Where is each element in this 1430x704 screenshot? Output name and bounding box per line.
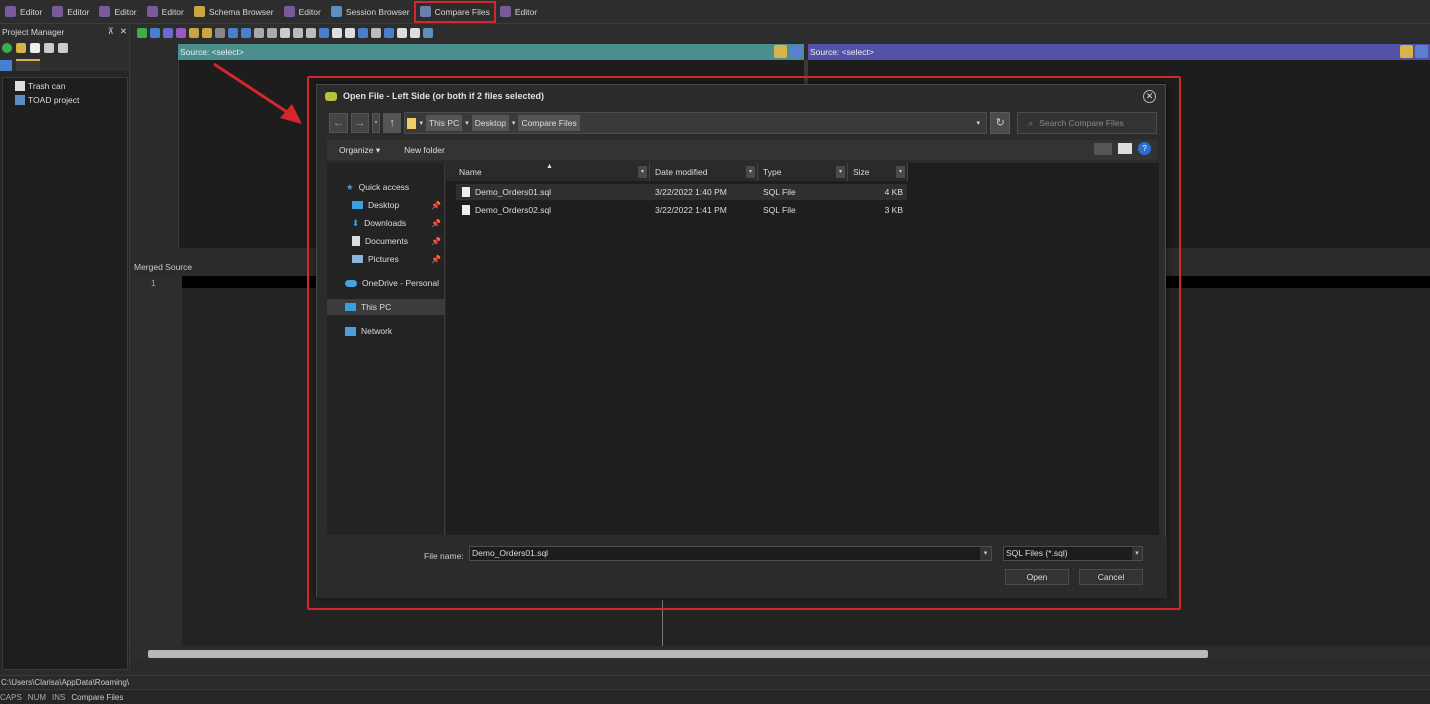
left-source-bar[interactable]: Source: <select>: [178, 44, 804, 60]
next-diff-icon[interactable]: [176, 28, 186, 38]
add-icon[interactable]: [2, 43, 12, 53]
tab-files-icon[interactable]: [0, 60, 12, 71]
options-icon[interactable]: [215, 28, 225, 38]
project-manager-toolbar: [0, 39, 129, 57]
line-number-gutter: 1: [133, 276, 182, 646]
run-icon[interactable]: [137, 28, 147, 38]
session-browser-icon: [330, 6, 342, 17]
save-icon[interactable]: [150, 28, 160, 38]
tab-editor-4[interactable]: Editor: [142, 2, 189, 22]
wave-icon[interactable]: [371, 28, 381, 38]
new-file-icon[interactable]: [30, 43, 40, 53]
merged-source-label: Merged Source: [134, 262, 193, 272]
line-number: 1: [151, 278, 156, 288]
close-icon[interactable]: ✕: [120, 26, 127, 37]
open-folder-icon[interactable]: [16, 43, 26, 53]
mode-indicator: Compare Files: [71, 692, 124, 702]
columns-icon[interactable]: [410, 28, 420, 38]
layout-icon[interactable]: [332, 28, 342, 38]
paste-icon[interactable]: [202, 28, 212, 38]
tab-editor-5[interactable]: Editor: [279, 2, 326, 22]
wildcard-icon[interactable]: [280, 28, 290, 38]
compare-files-icon: [419, 6, 431, 17]
project-manager-panel: Project Manager ⊼ ✕ Trash can TOAD proje…: [0, 24, 130, 670]
print-icon[interactable]: [397, 28, 407, 38]
status-bar: CAPS NUM INS Compare Files: [0, 689, 1430, 704]
copy-icon[interactable]: [189, 28, 199, 38]
tab-compare-files[interactable]: Compare Files: [413, 0, 496, 23]
open-folder-icon[interactable]: [1400, 45, 1413, 58]
report-icon[interactable]: [423, 28, 433, 38]
editor-icon: [52, 6, 64, 17]
caps-indicator: CAPS: [0, 692, 22, 702]
annotation-highlight-frame: [307, 76, 1181, 610]
wrap-icon[interactable]: [319, 28, 329, 38]
compare-toolbar: [133, 24, 1430, 42]
copy-icon[interactable]: [44, 43, 54, 53]
tab-editor-2[interactable]: Editor: [47, 2, 94, 22]
project-icon: [15, 95, 25, 105]
document-tab-bar: Editor Editor Editor Editor Schema Brows…: [0, 0, 1430, 24]
down-icon[interactable]: [241, 28, 251, 38]
pin-icon[interactable]: ⊼: [108, 26, 114, 37]
annotation-arrow: [213, 62, 302, 124]
right-source-label: Source: <select>: [810, 47, 874, 57]
save-icon[interactable]: [789, 45, 802, 58]
schema-browser-icon: [193, 6, 205, 17]
right-source-bar[interactable]: Source: <select>: [808, 44, 1430, 60]
num-indicator: NUM: [27, 692, 47, 702]
editor-icon: [5, 6, 16, 17]
editor-icon: [146, 6, 158, 17]
project-tree: Trash can TOAD project: [2, 77, 128, 670]
merge-right-icon[interactable]: [267, 28, 277, 38]
path-bar: C:\Users\Clarisa\AppData\Roaming\: [0, 675, 1430, 689]
merge-icon[interactable]: [254, 28, 264, 38]
trash-icon: [15, 81, 25, 91]
up-icon[interactable]: [228, 28, 238, 38]
line-numbers-icon[interactable]: [384, 28, 394, 38]
save-icon[interactable]: [1415, 45, 1428, 58]
print-icon[interactable]: [58, 43, 68, 53]
equal-icon[interactable]: [306, 28, 316, 38]
editor-icon: [499, 6, 511, 17]
tab-editor-1[interactable]: Editor: [0, 2, 47, 22]
editor-icon: [283, 6, 295, 17]
tab-db-icon[interactable]: [16, 59, 40, 71]
tab-editor-3[interactable]: Editor: [94, 2, 141, 22]
prev-diff-icon[interactable]: [163, 28, 173, 38]
sync-icon[interactable]: [345, 28, 355, 38]
project-manager-tabs: [0, 57, 129, 71]
tab-session-browser[interactable]: Session Browser: [326, 2, 415, 22]
open-folder-icon[interactable]: [774, 45, 787, 58]
scrollbar-thumb[interactable]: [148, 650, 1208, 658]
left-source-label: Source: <select>: [180, 47, 244, 57]
editor-icon: [99, 6, 111, 17]
path-text: C:\Users\Clarisa\AppData\Roaming\: [1, 678, 130, 687]
project-manager-header: Project Manager ⊼ ✕: [0, 24, 129, 39]
diff-icon[interactable]: [293, 28, 303, 38]
tab-editor-6[interactable]: Editor: [495, 2, 542, 22]
tree-item-toad-project[interactable]: TOAD project: [3, 93, 127, 107]
align-icon[interactable]: [358, 28, 368, 38]
project-manager-title: Project Manager: [2, 26, 65, 37]
tab-schema-browser[interactable]: Schema Browser: [189, 2, 279, 22]
ins-indicator: INS: [52, 692, 66, 702]
tree-item-trash-can[interactable]: Trash can: [3, 79, 127, 93]
